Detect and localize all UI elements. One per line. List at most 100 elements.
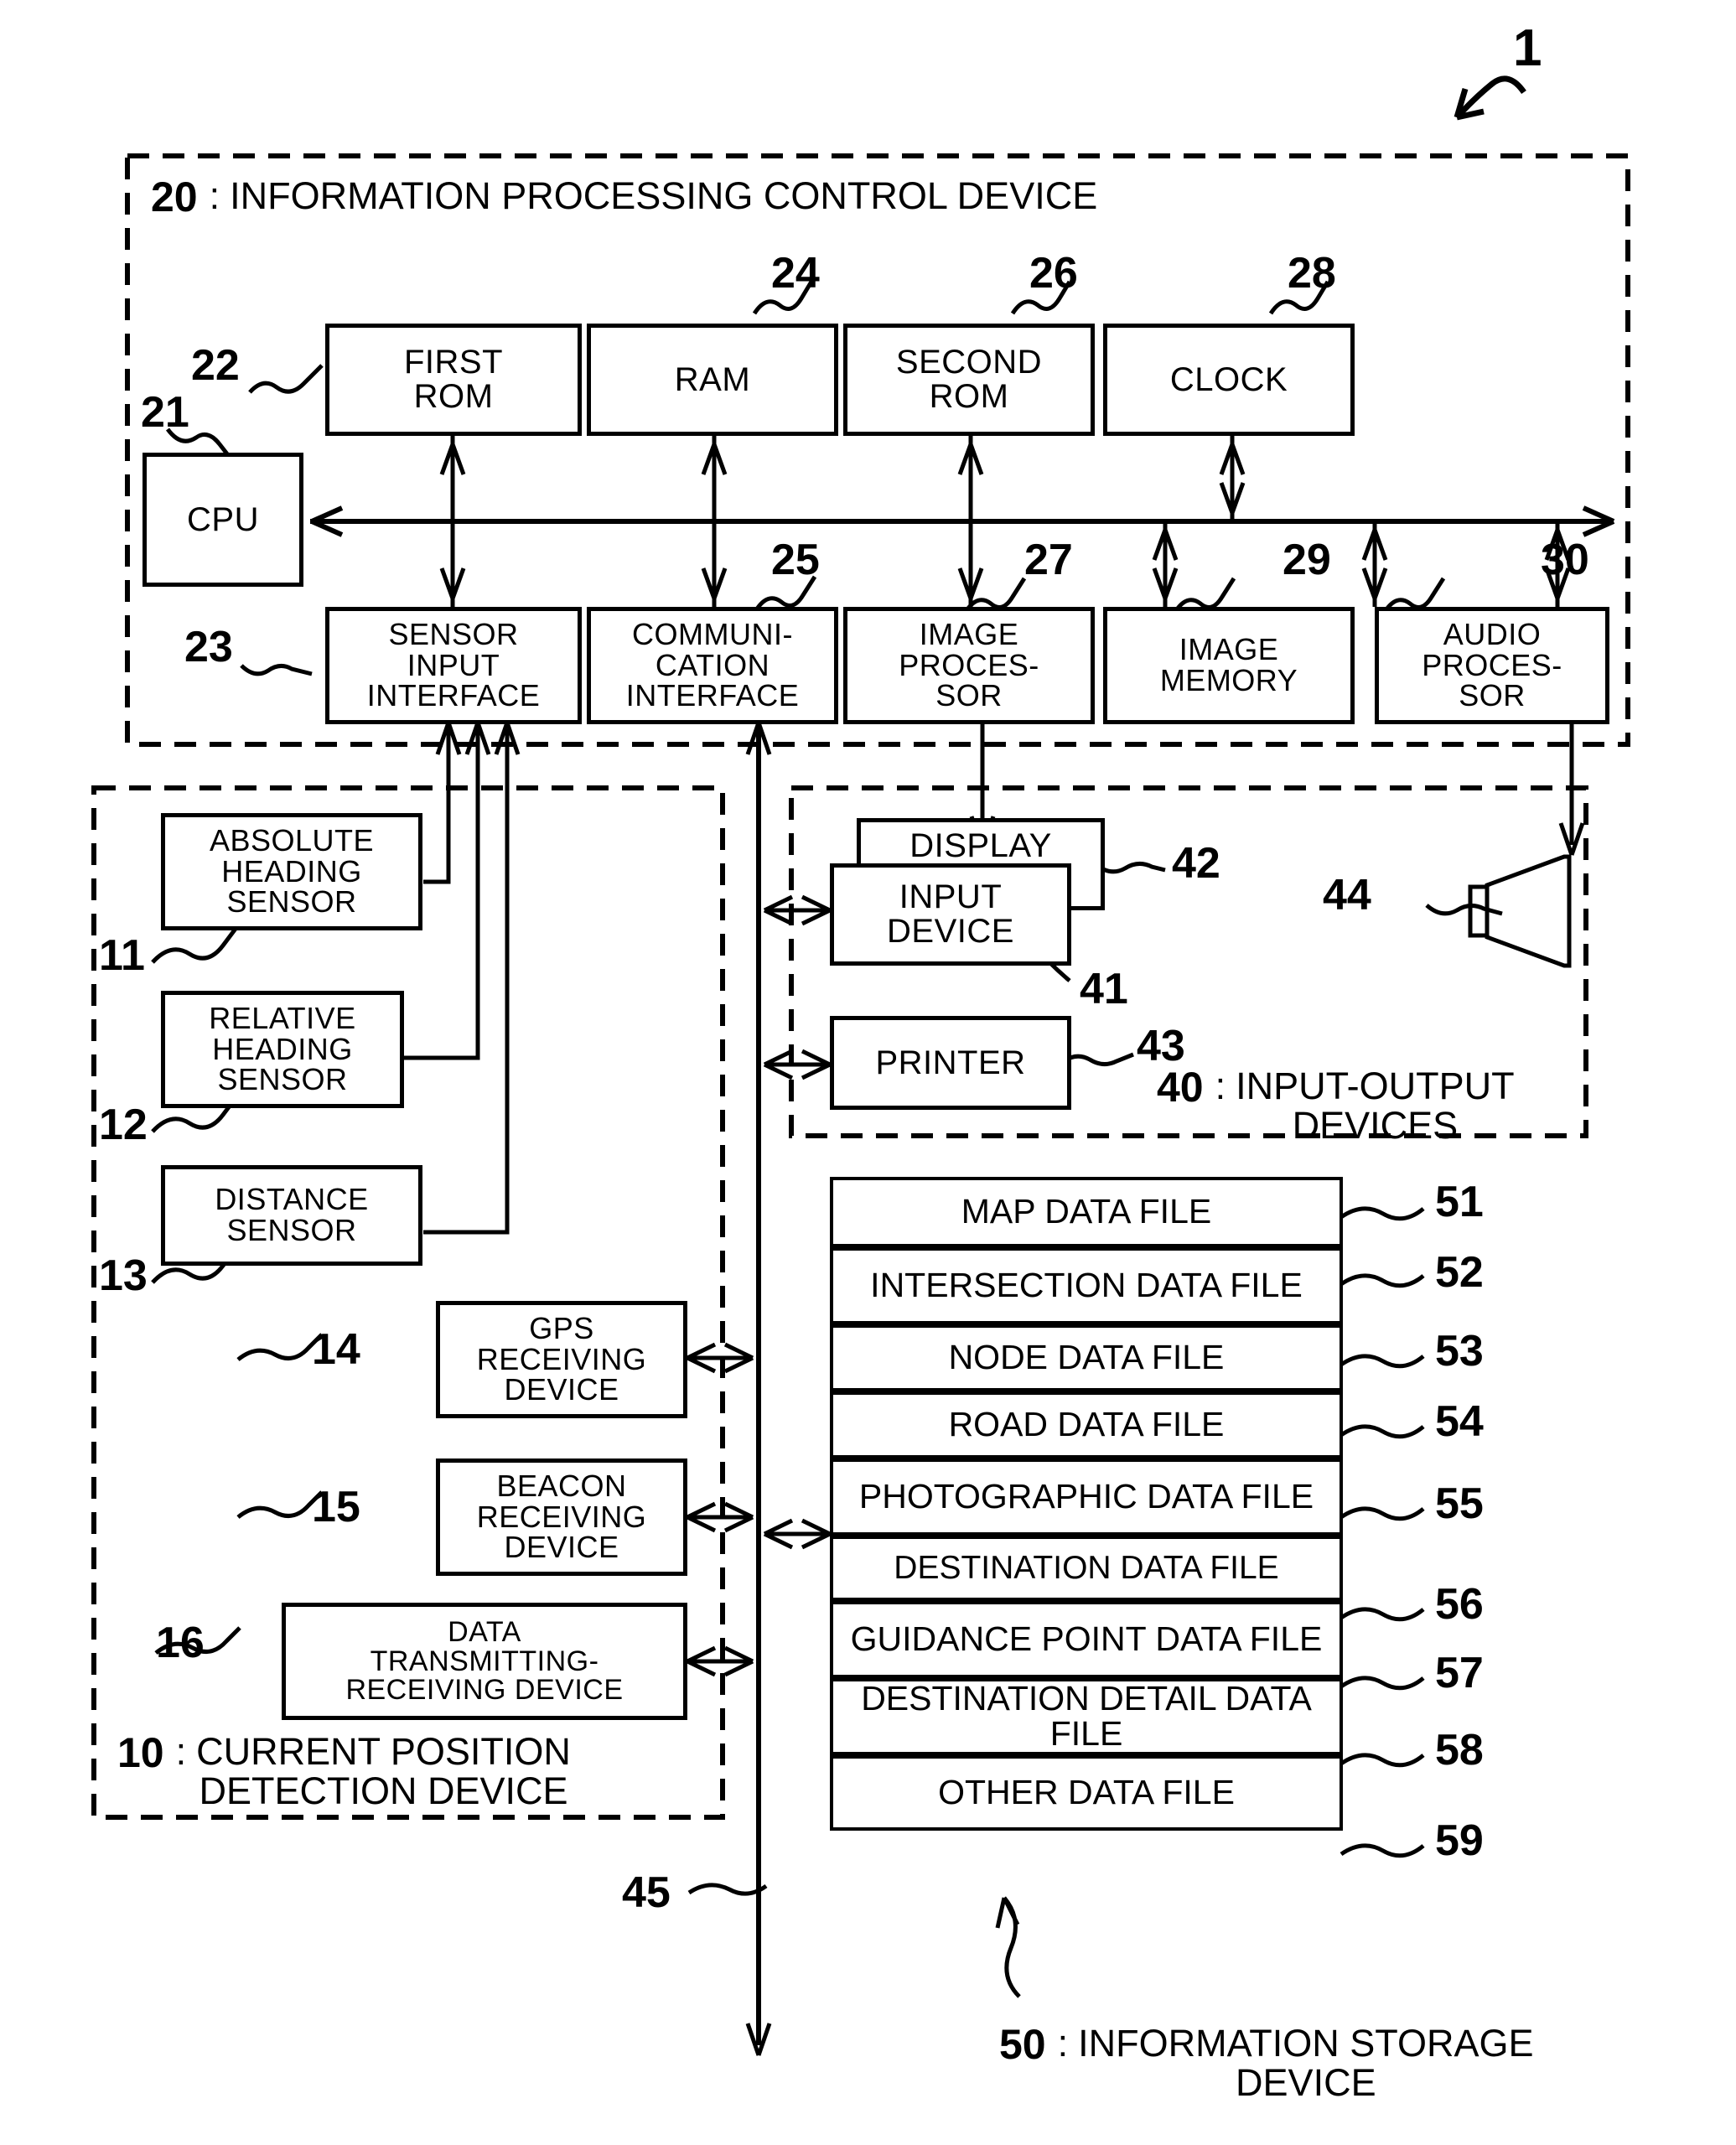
numeral-58: 58 (1435, 1726, 1484, 1775)
numeral-15: 15 (312, 1483, 360, 1531)
numeral-42: 42 (1172, 839, 1220, 888)
file-row-guidance-point-data[interactable]: GUIDANCE POINT DATA FILE (830, 1601, 1343, 1678)
file-guidance-point-data-line1: GUIDANCE POINT (850, 1619, 1146, 1659)
file-row-photographic-data[interactable]: PHOTOGRAPHIC DATA FILE (830, 1458, 1343, 1536)
numeral-29: 29 (1283, 536, 1331, 584)
io-devices-label-line1: INPUT-OUTPUT (1236, 1065, 1515, 1107)
box-second-rom-line2: ROM (929, 378, 1009, 415)
io-devices-sep: : (1215, 1065, 1226, 1107)
box-clock[interactable]: CLOCK (1103, 324, 1355, 436)
box-communication-interface-line2: CATION (655, 647, 770, 682)
numeral-21: 21 (141, 388, 189, 437)
control-device-num: 20 (151, 174, 198, 220)
file-photographic-data-line1: PHOTOGRAPHIC (858, 1477, 1137, 1516)
file-map-data-line1: MAP DATA FILE (961, 1192, 1212, 1231)
box-image-processor-line1: IMAGE (919, 616, 1019, 651)
box-relative-heading-sensor-line1: RELATIVE (209, 1000, 356, 1035)
box-absolute-heading-sensor[interactable]: ABSOLUTE HEADING SENSOR (161, 813, 422, 930)
box-first-rom[interactable]: FIRST ROM (325, 324, 582, 436)
box-cpu[interactable]: CPU (143, 453, 303, 587)
storage-device-num: 50 (999, 2021, 1046, 2068)
numeral-28: 28 (1288, 249, 1336, 298)
box-distance-sensor[interactable]: DISTANCE SENSOR (161, 1165, 422, 1266)
box-absolute-heading-sensor-line2: HEADING (221, 853, 362, 889)
file-row-map-data[interactable]: MAP DATA FILE (830, 1177, 1343, 1247)
speaker-icon (1468, 854, 1572, 968)
box-data-transmitting-receiving-device[interactable]: DATA TRANSMITTING- RECEIVING DEVICE (282, 1603, 687, 1720)
box-gps-receiving-device[interactable]: GPS RECEIVING DEVICE (436, 1301, 687, 1418)
box-distance-sensor-line1: DISTANCE (215, 1182, 369, 1217)
box-first-rom-line1: FIRST (403, 344, 504, 381)
box-audio-processor-line3: SOR (1459, 678, 1526, 713)
box-gps-receiving-device-line2: RECEIVING (476, 1341, 647, 1376)
box-communication-interface[interactable]: COMMUNI- CATION INTERFACE (587, 607, 838, 724)
file-intersection-data-line2: DATA FILE (1135, 1266, 1303, 1305)
numeral-25: 25 (771, 536, 820, 584)
numeral-53: 53 (1435, 1327, 1484, 1376)
file-row-node-data[interactable]: NODE DATA FILE (830, 1324, 1343, 1391)
box-clock-line1: CLOCK (1169, 360, 1288, 398)
numeral-13: 13 (99, 1251, 148, 1300)
box-second-rom[interactable]: SECOND ROM (843, 324, 1095, 436)
numeral-55: 55 (1435, 1479, 1484, 1528)
position-device-sep: : (175, 1730, 187, 1773)
box-printer[interactable]: PRINTER (830, 1016, 1071, 1110)
box-audio-processor[interactable]: AUDIO PROCES- SOR (1375, 607, 1609, 724)
box-beacon-receiving-device-line1: BEACON (496, 1468, 627, 1503)
box-relative-heading-sensor-line3: SENSOR (217, 1062, 348, 1097)
box-sensor-input-interface-line2: INPUT (407, 647, 500, 682)
box-communication-interface-line3: INTERFACE (625, 678, 800, 713)
box-image-memory-line2: MEMORY (1159, 663, 1298, 697)
box-image-processor-line2: PROCES- (899, 647, 1039, 682)
box-image-processor-line3: SOR (935, 678, 1003, 713)
box-input-device-line2: DEVICE (887, 913, 1014, 950)
box-ram[interactable]: RAM (587, 324, 838, 436)
storage-device-caption: 50 : INFORMATION STORAGE DEVICE (999, 2020, 1534, 2103)
numeral-27: 27 (1024, 536, 1073, 584)
control-device-sep: : (209, 174, 220, 217)
box-relative-heading-sensor[interactable]: RELATIVE HEADING SENSOR (161, 991, 404, 1108)
file-photographic-data-line2: DATA FILE (1147, 1477, 1314, 1516)
box-beacon-receiving-device-line2: RECEIVING (476, 1499, 647, 1534)
numeral-22: 22 (191, 341, 240, 390)
box-beacon-receiving-device[interactable]: BEACON RECEIVING DEVICE (436, 1458, 687, 1576)
box-input-device[interactable]: INPUT DEVICE (830, 863, 1071, 966)
file-row-other-data[interactable]: OTHER DATA FILE (830, 1755, 1343, 1831)
numeral-26: 26 (1029, 249, 1078, 298)
storage-device-label-line1: INFORMATION STORAGE (1078, 2022, 1534, 2065)
numeral-52: 52 (1435, 1248, 1484, 1297)
box-communication-interface-line1: COMMUNI- (632, 616, 793, 651)
box-image-processor[interactable]: IMAGE PROCES- SOR (843, 607, 1095, 724)
numeral-59: 59 (1435, 1816, 1484, 1865)
box-cpu-line1: CPU (187, 500, 259, 538)
box-data-transmitting-receiving-device-line2: TRANSMITTING- (370, 1645, 599, 1677)
numeral-45: 45 (622, 1868, 671, 1917)
file-row-road-data[interactable]: ROAD DATA FILE (830, 1391, 1343, 1458)
box-ram-line1: RAM (674, 360, 751, 398)
numeral-12: 12 (99, 1101, 148, 1149)
numeral-11: 11 (99, 931, 145, 980)
numeral-54: 54 (1435, 1397, 1484, 1446)
control-device-caption: 20 : INFORMATION PROCESSING CONTROL DEVI… (151, 173, 1097, 221)
file-intersection-data-line1: INTERSECTION (870, 1266, 1127, 1305)
box-audio-processor-line2: PROCES- (1422, 647, 1562, 682)
patent-figure: 20 : INFORMATION PROCESSING CONTROL DEVI… (0, 0, 1736, 2145)
figure-numeral-1: 1 (1513, 19, 1542, 77)
storage-device-label-line2: DEVICE (1236, 2061, 1376, 2105)
box-second-rom-line1: SECOND (895, 344, 1043, 381)
file-row-destination-detail-data[interactable]: DESTINATION DETAIL DATA FILE (830, 1678, 1343, 1755)
numeral-24: 24 (771, 249, 820, 298)
file-row-intersection-data[interactable]: INTERSECTION DATA FILE (830, 1247, 1343, 1324)
box-relative-heading-sensor-line2: HEADING (212, 1031, 353, 1066)
file-row-destination-data[interactable]: DESTINATION DATA FILE (830, 1536, 1343, 1601)
box-sensor-input-interface[interactable]: SENSOR INPUT INTERFACE (325, 607, 582, 724)
box-image-memory[interactable]: IMAGE MEMORY (1103, 607, 1355, 724)
file-other-data-line1: OTHER DATA FILE (938, 1773, 1235, 1812)
file-guidance-point-data-line2: DATA FILE (1155, 1619, 1323, 1659)
numeral-57: 57 (1435, 1649, 1484, 1697)
storage-device-sep: : (1057, 2022, 1069, 2065)
position-device-label-line2: DETECTION DEVICE (199, 1769, 568, 1813)
numeral-30: 30 (1541, 536, 1589, 584)
numeral-56: 56 (1435, 1580, 1484, 1629)
io-devices-num: 40 (1157, 1064, 1204, 1111)
